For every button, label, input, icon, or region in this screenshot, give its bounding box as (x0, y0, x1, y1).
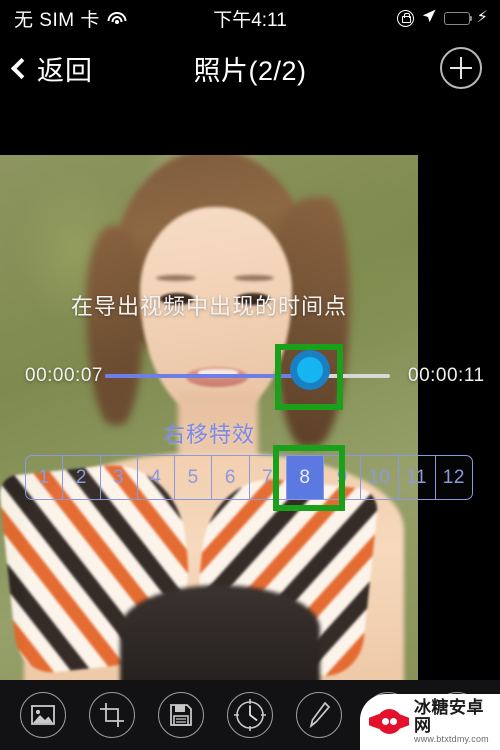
candy-gamepad-logo-icon (369, 708, 409, 736)
crop-icon (88, 692, 135, 738)
draw-button[interactable] (285, 680, 354, 750)
segment-11[interactable]: 11 (399, 456, 436, 499)
crop-button[interactable] (77, 680, 146, 750)
chevron-left-icon (10, 57, 33, 79)
photo-library-icon (19, 692, 66, 738)
segment-5[interactable]: 5 (175, 456, 213, 499)
photo-library-button[interactable] (8, 680, 77, 750)
status-bar-right: ⚡ (396, 8, 500, 29)
phone-screen: 无 SIM 卡 下午4:11 ⚡ 返回 照片(2/2) 在导出视频中出现的时间点… (0, 0, 500, 750)
segment-3[interactable]: 3 (101, 456, 138, 499)
lightning-bolt-icon: ⚡ (476, 9, 488, 26)
slider-start-time: 00:00:07 (25, 365, 103, 386)
watermark-text: 冰糖安卓网 www.btxtdmy.com (414, 697, 500, 745)
time-slider-row: 00:00:07 00:00:11 (0, 350, 500, 390)
effect-caption: 右移特效 (162, 422, 255, 447)
time-slider-track[interactable] (105, 374, 390, 378)
segment-1[interactable]: 1 (26, 456, 64, 499)
save-button[interactable] (146, 680, 215, 750)
time-slider-fill (105, 374, 305, 378)
site-watermark: 冰糖安卓网 www.btxtdmy.com (360, 694, 500, 750)
segment-12[interactable]: 12 (436, 456, 472, 499)
segment-9[interactable]: 9 (324, 456, 362, 499)
frame-segmented-control[interactable]: 1 2 3 4 5 6 7 8 9 10 11 12 (25, 455, 473, 500)
export-time-caption: 在导出视频中出现的时间点 (70, 294, 347, 319)
add-button[interactable] (440, 47, 482, 89)
battery-icon (443, 11, 473, 25)
photo-subject-brow-right (234, 275, 274, 281)
save-floppy-icon (157, 692, 204, 738)
carrier-label: 无 SIM 卡 (14, 9, 100, 31)
segment-10[interactable]: 10 (361, 456, 399, 499)
back-button[interactable]: 返回 (0, 49, 93, 88)
wifi-icon (107, 11, 127, 26)
photo-subject-brow-left (156, 275, 196, 281)
photo-stage: 在导出视频中出现的时间点 00:00:07 00:00:11 右移特效 1 2 … (0, 100, 500, 680)
segment-4[interactable]: 4 (138, 456, 175, 499)
time-slider-thumb[interactable] (290, 350, 330, 390)
watermark-site-url: www.btxtdmy.com (414, 734, 489, 745)
status-bar-left: 无 SIM 卡 (0, 5, 127, 32)
watermark-site-name: 冰糖安卓网 (414, 697, 484, 735)
segment-7[interactable]: 7 (250, 456, 287, 499)
back-button-label: 返回 (37, 55, 93, 86)
slider-end-time: 00:00:11 (408, 365, 485, 386)
rotation-lock-icon (396, 9, 414, 27)
status-bar: 无 SIM 卡 下午4:11 ⚡ (0, 0, 500, 36)
clock-icon (226, 692, 273, 738)
location-arrow-icon (421, 8, 437, 29)
photo-subject-top (120, 585, 320, 680)
navigation-bar: 返回 照片(2/2) (0, 36, 500, 100)
segment-2[interactable]: 2 (63, 456, 101, 499)
pencil-icon (296, 692, 343, 738)
timer-button[interactable] (215, 680, 284, 750)
photo-subject-hair-left (86, 225, 144, 425)
segment-8[interactable]: 8 (286, 456, 324, 499)
segment-6[interactable]: 6 (212, 456, 250, 499)
